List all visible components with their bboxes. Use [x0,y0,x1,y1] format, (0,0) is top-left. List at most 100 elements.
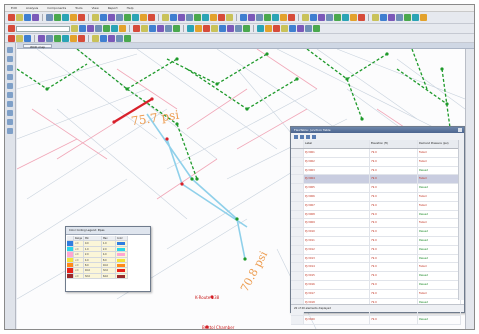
pressure-cell[interactable]: Passed [418,166,461,175]
toolbar-button-icon[interactable] [227,25,234,32]
table-row[interactable]: PJ-3008 79.0 Passed [291,210,461,220]
pressure-cell[interactable]: Passed [418,228,461,236]
pipe[interactable] [166,58,218,85]
pipe[interactable] [136,49,278,150]
toolbar-button-icon[interactable] [243,25,250,32]
toolbar-button-icon[interactable] [140,14,147,21]
toolbar-button-icon[interactable] [8,34,15,42]
row-id-cell[interactable] [291,228,304,236]
toolbar-button-icon[interactable] [70,34,77,42]
toolbar-button-icon[interactable] [272,14,279,21]
row-id-cell[interactable] [291,219,304,228]
table-row[interactable]: PJ-3009 79.0 Failed [291,219,461,229]
menu-item[interactable]: Help [127,6,134,10]
toolbar-button-icon[interactable] [178,14,185,21]
elevation-cell[interactable]: 79.0 [370,236,418,245]
menu-item[interactable]: Report [108,6,118,10]
toolbar-button-icon[interactable] [16,14,23,21]
toolbar-button-icon[interactable] [404,14,411,21]
pressure-cell[interactable]: Failed [418,289,461,298]
pipe[interactable] [246,78,298,110]
toolbar-button-icon[interactable] [194,14,201,21]
junction-node[interactable] [243,257,247,261]
toolbar-button-icon[interactable] [46,34,53,42]
row-id-cell[interactable] [291,289,304,298]
table-row[interactable]: PJ-3007 79.0 Failed [291,201,461,211]
pipe[interactable] [346,78,363,120]
palette-tool-icon[interactable] [7,101,13,107]
network-map-canvas[interactable]: 75.7 psi 70.8 psi K-Route 138 Bristol Ch… [17,49,465,329]
pipe[interactable] [17,53,138,90]
toolbar-button-icon[interactable] [350,14,357,21]
junction-node[interactable] [445,102,449,106]
elevation-cell[interactable]: 79.0 [370,157,418,166]
pressure-cell[interactable]: Failed [418,149,461,157]
table-row[interactable]: PJ-3002 79.0 Failed [291,157,461,167]
toolbar-button-icon[interactable] [78,34,85,42]
pressure-cell[interactable]: Failed [418,219,461,228]
toolbar-button-icon[interactable] [265,25,272,32]
row-id-cell[interactable] [291,263,304,272]
palette-tool-icon[interactable] [7,128,13,134]
label-cell[interactable]: PJ-3010 [304,228,370,236]
junction-node[interactable] [295,77,299,81]
pipe[interactable] [396,58,465,110]
toolbar-button-icon[interactable] [264,14,271,21]
toolbar-button-icon[interactable] [218,14,225,21]
legend-range-cell[interactable]: <= [74,273,84,280]
legend-row[interactable]: <= 32.0 64.0 [67,273,128,280]
elevation-cell[interactable]: 79.0 [370,280,418,289]
toolbar-button-icon[interactable] [8,25,15,32]
menu-item[interactable]: View [92,6,99,10]
toolbar-button-icon[interactable] [100,34,107,42]
pressure-cell[interactable]: Passed [418,245,461,254]
junction-node[interactable] [180,182,184,186]
pressure-cell[interactable]: Failed [418,175,461,184]
elevation-cell[interactable]: 79.0 [370,228,418,236]
toolbar-button-icon[interactable] [358,14,365,21]
toolbar-button-icon[interactable] [8,14,15,21]
toolbar-button-icon[interactable] [318,14,325,21]
palette-tool-icon[interactable] [7,74,13,80]
pipe[interactable] [411,49,428,90]
row-id-cell[interactable] [291,280,304,289]
palette-tool-icon[interactable] [7,83,13,89]
label-cell[interactable]: PJ-3011 [304,236,370,245]
label-cell[interactable]: PJ-3009 [304,219,370,228]
toolbar-button-icon[interactable] [313,25,320,32]
toolbar-button-icon[interactable] [148,14,155,21]
junction-node[interactable] [345,77,349,81]
pipe[interactable] [186,88,248,130]
label-cell[interactable]: PJ-3012 [304,245,370,254]
table-row[interactable]: PJ-3004 79.0 Failed [291,175,461,185]
label-cell[interactable]: PJ-3004 [304,175,370,184]
junction-node[interactable] [440,67,444,71]
toolbar-button-icon[interactable] [334,14,341,21]
pipe[interactable] [216,49,338,130]
pipe[interactable] [166,168,298,250]
toolbar-button-icon[interactable] [124,14,131,21]
table-row[interactable]: PJ-3001 79.0 Failed [291,149,461,158]
toolbar-button-icon[interactable] [103,25,110,32]
column-header-label[interactable]: Label [304,140,370,148]
label-cell[interactable]: PJ-3008 [304,210,370,219]
elevation-cell[interactable]: 79.0 [370,210,418,219]
label-cell[interactable]: PJ-3013 [304,254,370,263]
label-cell[interactable]: PJ-3007 [304,201,370,210]
toolbar-button-icon[interactable] [342,14,349,21]
row-id-cell[interactable] [291,184,304,192]
pipe[interactable] [46,63,88,90]
toolbar-button-icon[interactable] [16,34,23,42]
toolbar-button-icon[interactable] [108,34,115,42]
toolbar-button-icon[interactable] [46,14,53,21]
toolbar-button-icon[interactable] [211,25,218,32]
toolbar-button-icon[interactable] [149,25,156,32]
pipe[interactable] [126,58,178,90]
table-row[interactable]: PJ-3005 79.0 Passed [291,184,461,193]
elevation-cell[interactable]: 79.0 [370,184,418,192]
toolbar-button-icon[interactable] [305,25,312,32]
toolbar-button-icon[interactable] [235,25,242,32]
toolbar-button-icon[interactable] [92,34,99,42]
toolbar-button-icon[interactable] [240,14,247,21]
toolbar-combo-box[interactable] [16,25,70,32]
